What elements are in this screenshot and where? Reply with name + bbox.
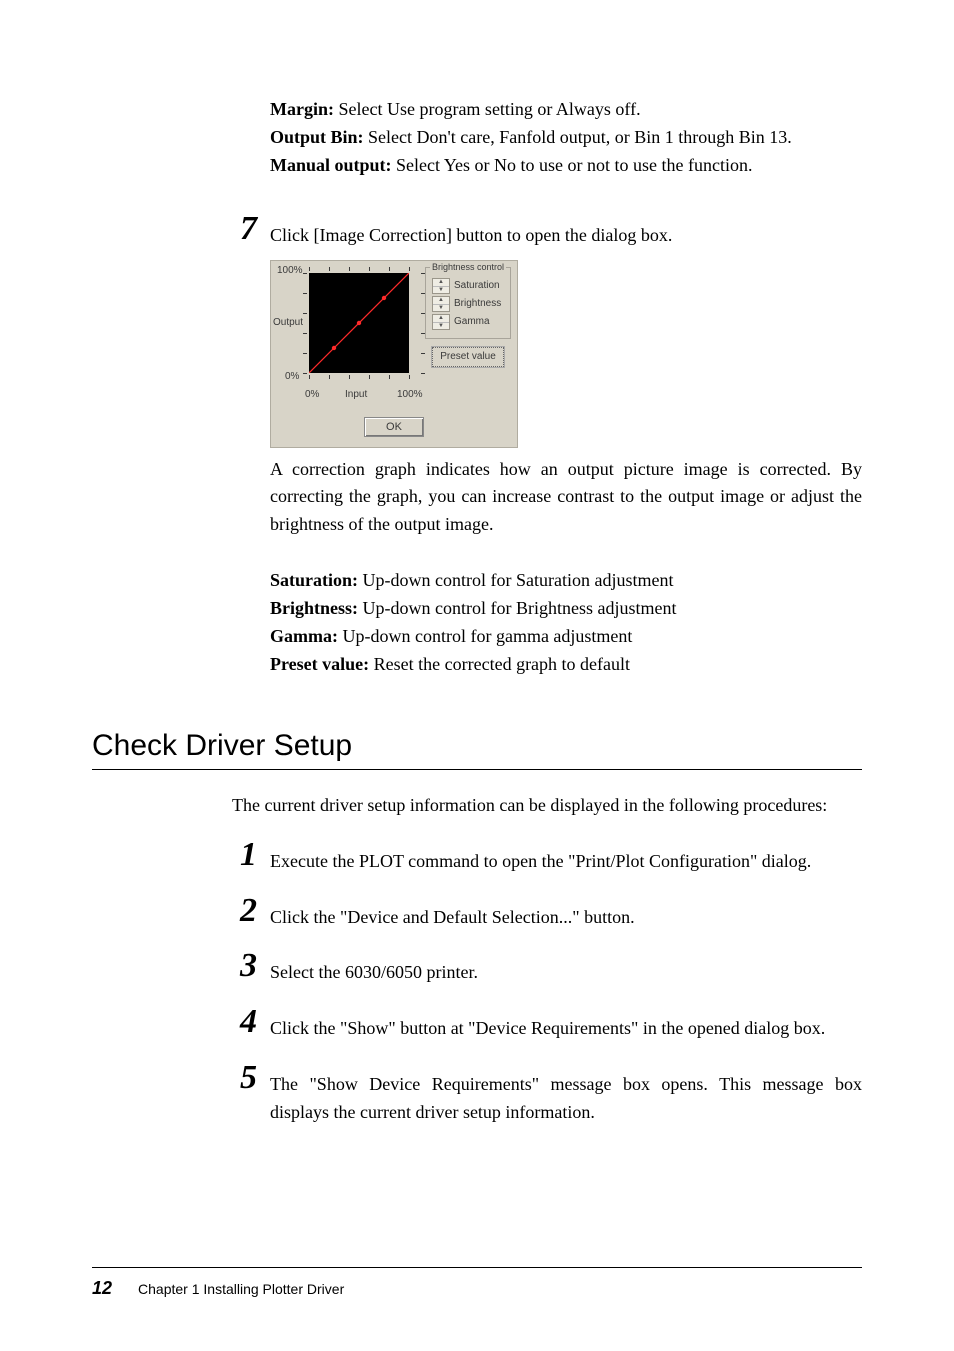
gamma-label: Gamma xyxy=(454,316,490,327)
page-number: 12 xyxy=(92,1278,112,1299)
preset-desc-label: Preset value: xyxy=(270,654,369,674)
param-margin: Margin: Select Use program setting or Al… xyxy=(270,96,862,124)
step-1-number: 1 xyxy=(240,838,270,872)
manual-output-text: Select Yes or No to use or not to use th… xyxy=(392,155,753,175)
section-heading-check-driver-setup: Check Driver Setup xyxy=(92,729,862,770)
brightness-label: Brightness xyxy=(454,298,501,309)
saturation-desc-label: Saturation: xyxy=(270,570,358,590)
step-5-number: 5 xyxy=(240,1061,270,1095)
output-bin-label: Output Bin: xyxy=(270,127,364,147)
correction-graph-description: A correction graph indicates how an outp… xyxy=(270,456,862,540)
brightness-desc-text: Up-down control for Brightness adjustmen… xyxy=(358,598,676,618)
brightness-control: ▲▼ Brightness xyxy=(432,296,504,312)
correction-graph[interactable]: 100% Output 0% 0% Input 100% xyxy=(271,261,421,411)
step-7-text: Click [Image Correction] button to open … xyxy=(270,212,862,250)
gamma-description: Gamma: Up-down control for gamma adjustm… xyxy=(270,623,862,651)
y-axis-label: Output xyxy=(273,317,303,328)
saturation-control: ▲▼ Saturation xyxy=(432,278,504,294)
x-axis-label: Input xyxy=(345,389,367,400)
chapter-title: Chapter 1 Installing Plotter Driver xyxy=(138,1281,344,1297)
chevron-up-icon[interactable]: ▲ xyxy=(433,279,449,287)
preset-value-button[interactable]: Preset value xyxy=(432,347,504,367)
section-intro-text: The current driver setup information can… xyxy=(232,792,862,820)
preset-description: Preset value: Reset the corrected graph … xyxy=(270,651,862,679)
ok-button[interactable]: OK xyxy=(364,417,424,437)
x-axis-min-label: 0% xyxy=(305,389,319,400)
gamma-spinner[interactable]: ▲▼ xyxy=(432,314,450,330)
step-3-number: 3 xyxy=(240,949,270,983)
y-axis-max-label: 100% xyxy=(277,265,303,276)
brightness-control-group: Brightness control ▲▼ Saturation ▲▼ Brig… xyxy=(421,261,517,411)
brightness-spinner[interactable]: ▲▼ xyxy=(432,296,450,312)
brightness-desc-label: Brightness: xyxy=(270,598,358,618)
gamma-desc-label: Gamma: xyxy=(270,626,338,646)
gamma-desc-text: Up-down control for gamma adjustment xyxy=(338,626,632,646)
step-4: 4 Click the "Show" button at "Device Req… xyxy=(240,1005,862,1043)
step-3: 3 Select the 6030/6050 printer. xyxy=(240,949,862,987)
step-4-number: 4 xyxy=(240,1005,270,1039)
image-correction-dialog: 100% Output 0% 0% Input 100% xyxy=(270,260,518,448)
saturation-spinner[interactable]: ▲▼ xyxy=(432,278,450,294)
margin-label: Margin: xyxy=(270,99,334,119)
chevron-up-icon[interactable]: ▲ xyxy=(433,297,449,305)
step-7: 7 Click [Image Correction] button to ope… xyxy=(240,212,862,250)
margin-text: Select Use program setting or Always off… xyxy=(334,99,641,119)
saturation-desc-text: Up-down control for Saturation adjustmen… xyxy=(358,570,673,590)
saturation-description: Saturation: Up-down control for Saturati… xyxy=(270,567,862,595)
param-output-bin: Output Bin: Select Don't care, Fanfold o… xyxy=(270,124,862,152)
graph-plot-area[interactable] xyxy=(309,273,409,373)
step-3-text: Select the 6030/6050 printer. xyxy=(270,949,862,987)
step-1: 1 Execute the PLOT command to open the "… xyxy=(240,838,862,876)
brightness-control-legend: Brightness control xyxy=(430,262,506,272)
step-7-number: 7 xyxy=(240,212,270,246)
saturation-label: Saturation xyxy=(454,280,500,291)
y-axis-min-label: 0% xyxy=(285,371,299,382)
preset-desc-text: Reset the corrected graph to default xyxy=(369,654,630,674)
brightness-description: Brightness: Up-down control for Brightne… xyxy=(270,595,862,623)
output-bin-text: Select Don't care, Fanfold output, or Bi… xyxy=(364,127,792,147)
step-2: 2 Click the "Device and Default Selectio… xyxy=(240,894,862,932)
step-4-text: Click the "Show" button at "Device Requi… xyxy=(270,1005,862,1043)
step-5: 5 The "Show Device Requirements" message… xyxy=(240,1061,862,1127)
page-footer: 12 Chapter 1 Installing Plotter Driver xyxy=(92,1267,862,1299)
step-2-number: 2 xyxy=(240,894,270,928)
chevron-down-icon[interactable]: ▼ xyxy=(433,305,449,312)
gamma-control: ▲▼ Gamma xyxy=(432,314,504,330)
manual-output-label: Manual output: xyxy=(270,155,392,175)
x-axis-max-label: 100% xyxy=(397,389,423,400)
chevron-down-icon[interactable]: ▼ xyxy=(433,323,449,330)
graph-line-icon xyxy=(309,273,409,373)
param-manual-output: Manual output: Select Yes or No to use o… xyxy=(270,152,862,180)
step-1-text: Execute the PLOT command to open the "Pr… xyxy=(270,838,862,876)
chevron-up-icon[interactable]: ▲ xyxy=(433,315,449,323)
step-2-text: Click the "Device and Default Selection.… xyxy=(270,894,862,932)
chevron-down-icon[interactable]: ▼ xyxy=(433,287,449,294)
step-5-text: The "Show Device Requirements" message b… xyxy=(270,1061,862,1127)
